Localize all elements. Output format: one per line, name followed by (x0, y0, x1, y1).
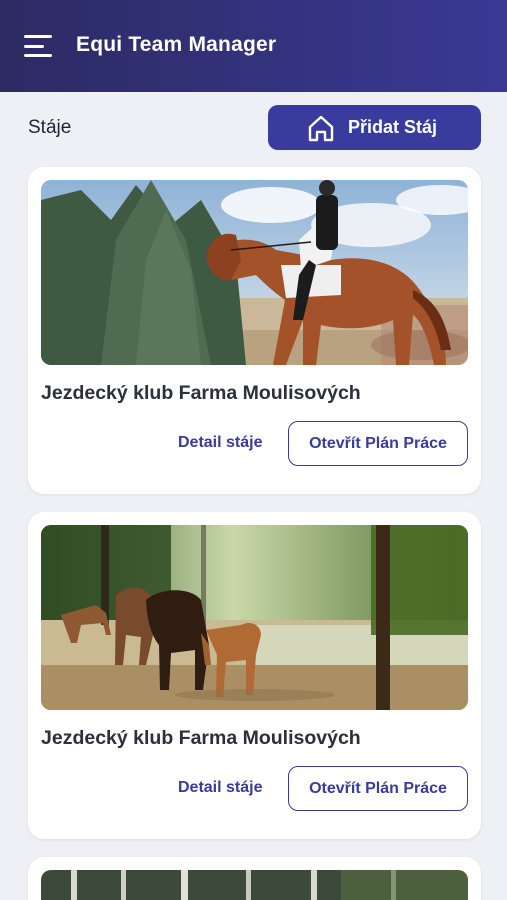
app-title: Equi Team Manager (76, 33, 277, 56)
add-stable-label: Přidat Stáj (348, 117, 438, 137)
add-stable-button[interactable]: Přidat Stáj (268, 105, 481, 150)
section-title: Stáje (28, 117, 72, 138)
stable-card (28, 857, 481, 900)
stable-detail-link[interactable]: Detail stáje (178, 434, 262, 452)
stable-name: Jezdecký klub Farma Moulisových (41, 382, 361, 404)
home-icon (308, 115, 334, 142)
stable-photo (41, 180, 468, 365)
stable-card: Jezdecký klub Farma Moulisových Detail s… (28, 512, 481, 839)
open-work-plan-button[interactable]: Otevřít Plán Práce (288, 766, 468, 811)
stable-detail-link[interactable]: Detail stáje (178, 779, 262, 797)
hamburger-menu-icon[interactable] (24, 35, 52, 57)
stable-photo (41, 525, 468, 710)
stable-name: Jezdecký klub Farma Moulisových (41, 727, 361, 749)
stable-photo (41, 870, 468, 900)
app-bar: Equi Team Manager (0, 0, 507, 92)
stable-card: Jezdecký klub Farma Moulisových Detail s… (28, 167, 481, 494)
open-work-plan-button[interactable]: Otevřít Plán Práce (288, 421, 468, 466)
